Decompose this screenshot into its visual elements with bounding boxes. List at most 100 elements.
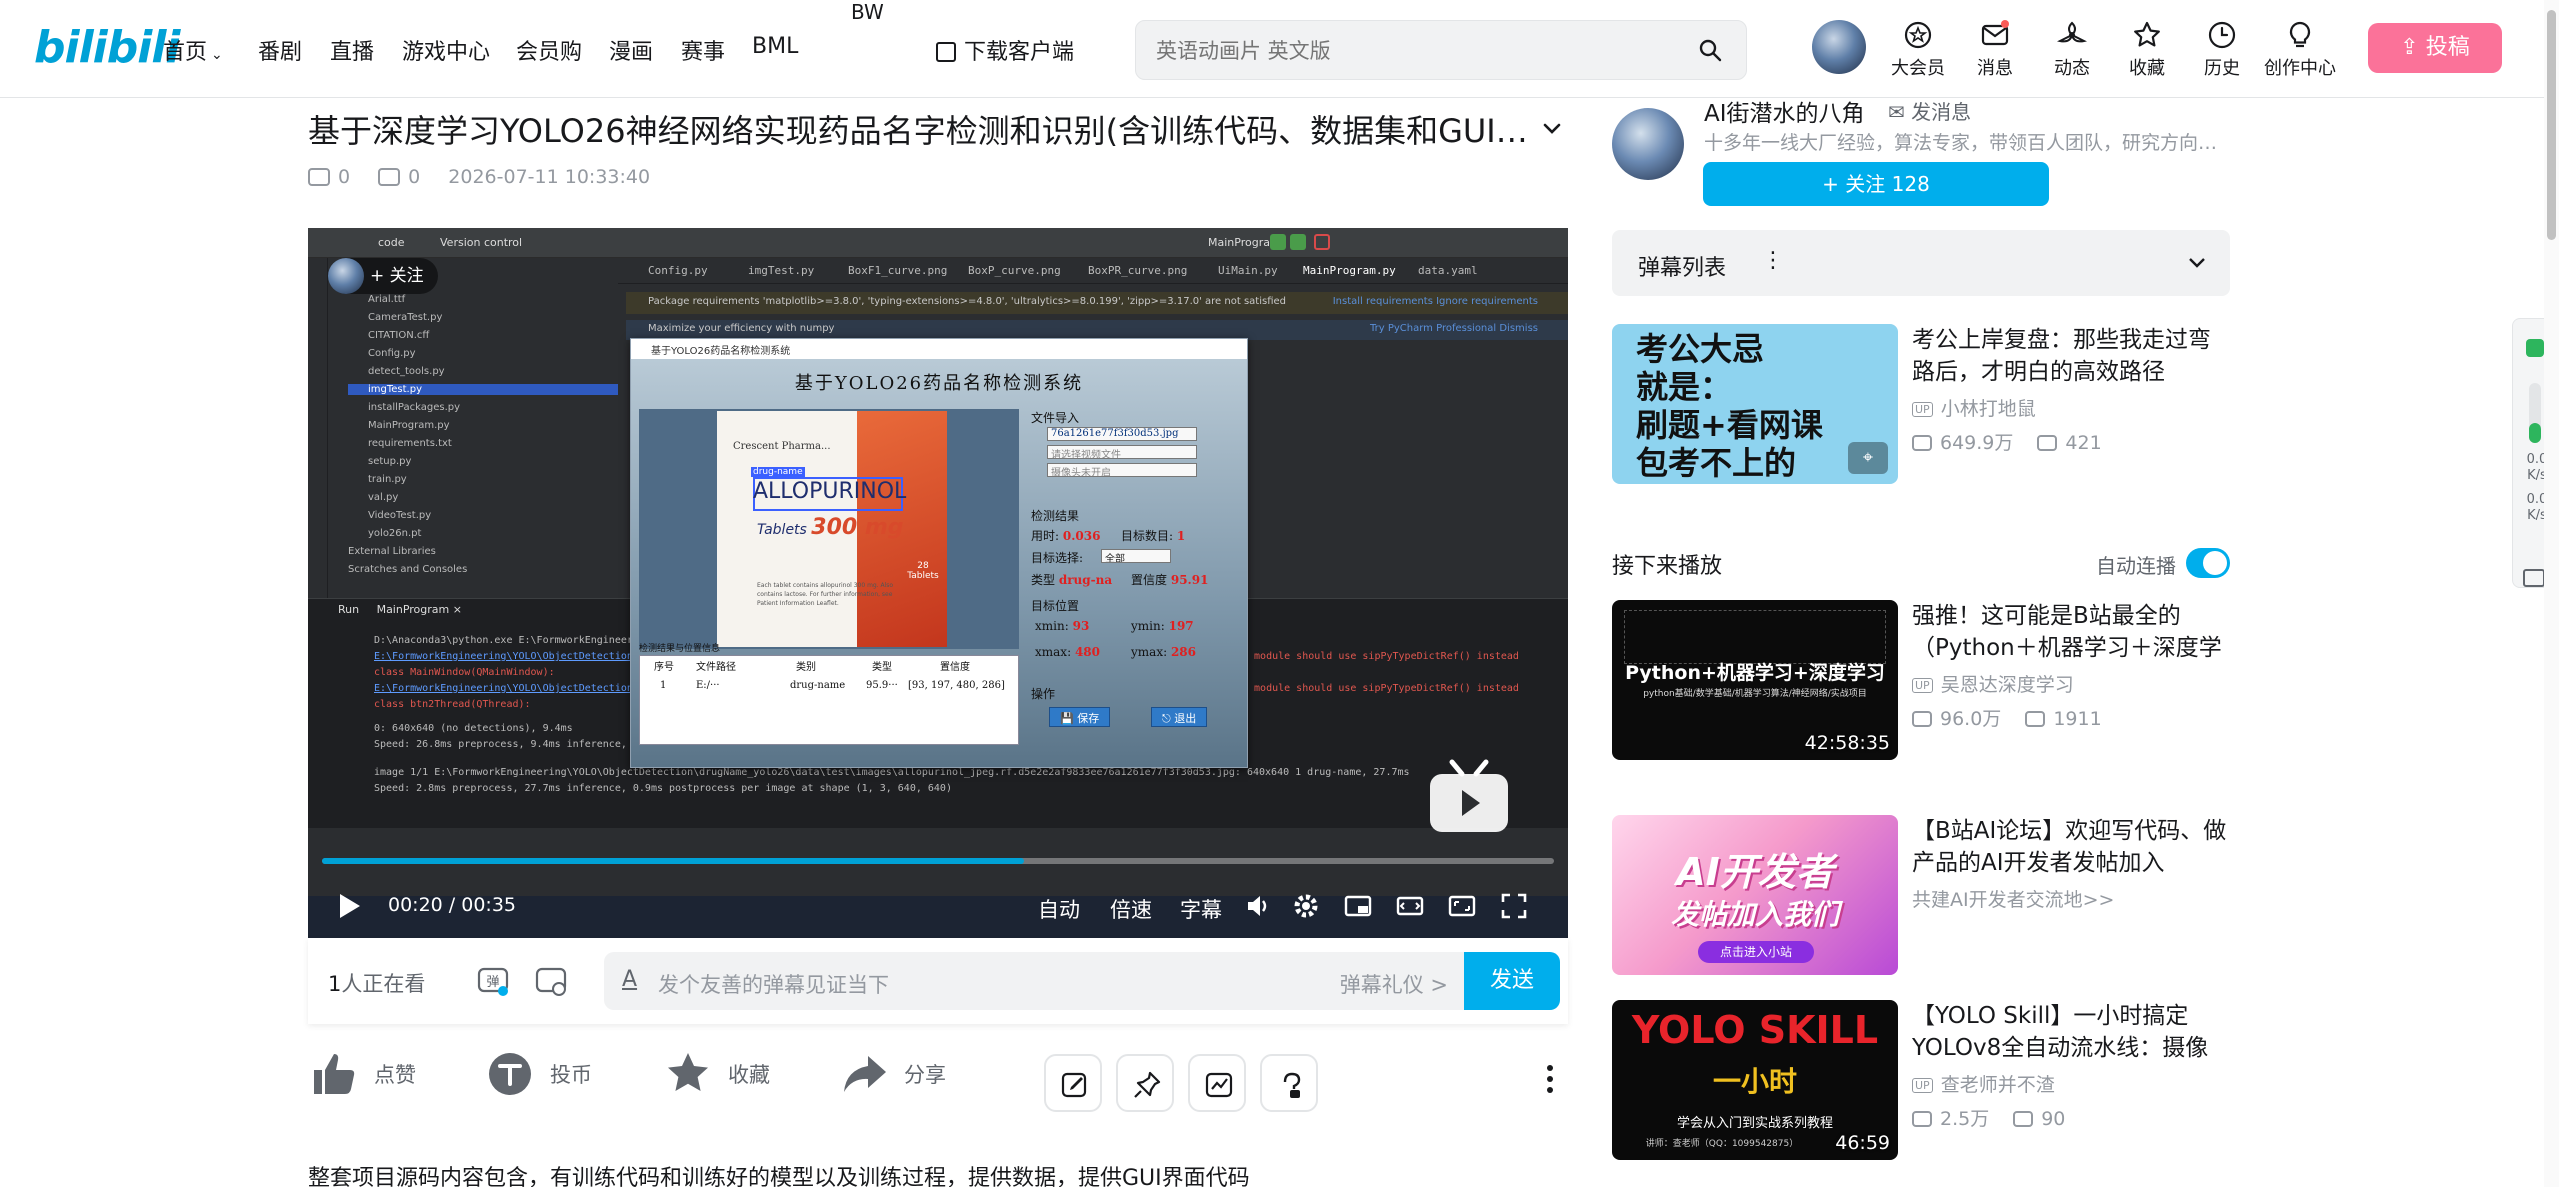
danmaku-list-panel[interactable]: 弹幕列表 ⋮ bbox=[1612, 230, 2230, 296]
tree-item: detect_tools.py bbox=[368, 366, 445, 377]
nav-live[interactable]: 直播 bbox=[330, 34, 374, 66]
ide-tab: UiMain.py bbox=[1218, 264, 1278, 277]
recommendation-card[interactable]: YOLO SKILL 一小时 学会从入门到实战系列教程 讲师：查老师（QQ：10… bbox=[1612, 1000, 2230, 1160]
bulb-icon bbox=[2289, 21, 2311, 48]
video-file-field: 请选择视频文件 bbox=[1047, 445, 1197, 459]
nav-bml[interactable]: BML bbox=[752, 34, 798, 59]
ad-card[interactable]: 考公大忌 就是： 刷题+看网课 包考不上的 ⌖ 考公上岸复盘：那些我走过弯路后，才明白… bbox=[1612, 324, 2230, 484]
volume-icon[interactable] bbox=[1244, 892, 1272, 920]
search-icon[interactable] bbox=[1698, 38, 1722, 62]
danmaku-bar: 1人正在看 弹 A 发个友善的弹幕见证当下 弹幕礼仪 > 发送 bbox=[308, 938, 1568, 1024]
nav-game-center[interactable]: 游戏中心 bbox=[402, 34, 490, 66]
chevron-down-icon[interactable] bbox=[1540, 116, 1564, 140]
widescreen-icon[interactable] bbox=[1396, 892, 1424, 920]
console-line: 0: 640x640 (no detections), 9.4ms bbox=[374, 723, 573, 734]
notification-dot bbox=[2001, 20, 2009, 28]
more-options-icon[interactable] bbox=[1540, 1062, 1560, 1096]
play-count: 0 bbox=[308, 166, 350, 188]
creator-center-button[interactable]: 创作中心 bbox=[2258, 20, 2342, 80]
search-input[interactable] bbox=[1156, 35, 1676, 67]
danmaku-input[interactable]: A 发个友善的弹幕见证当下 弹幕礼仪 > bbox=[604, 952, 1464, 1010]
like-button[interactable]: 点赞 bbox=[310, 1050, 416, 1106]
autoplay-toggle[interactable] bbox=[2186, 548, 2230, 578]
nav-manga[interactable]: 漫画 bbox=[609, 34, 653, 66]
detection-label: drug-name bbox=[751, 467, 805, 477]
player-follow-overlay[interactable]: + 关注 bbox=[328, 258, 438, 294]
uploader-name[interactable]: AI街潜水的八角 bbox=[1704, 94, 1865, 128]
favorite-button[interactable]: 收藏 bbox=[664, 1050, 770, 1106]
card-author[interactable]: UP 查老师并不渣 bbox=[1912, 1070, 2055, 1097]
card-author[interactable]: UP 小林打地鼠 bbox=[1912, 394, 2036, 421]
bilibili-logo[interactable]: bilibili bbox=[34, 22, 180, 73]
note-button[interactable] bbox=[1044, 1054, 1102, 1112]
subtitle-button[interactable]: 字幕 bbox=[1180, 894, 1222, 924]
play-icon[interactable] bbox=[338, 892, 362, 920]
web-fullscreen-icon[interactable] bbox=[1448, 892, 1476, 920]
result-table: 序号 文件路径 类别 类型 置信度 1 E:/··· drug-name 95.… bbox=[639, 655, 1019, 745]
danmaku-count-icon bbox=[378, 168, 401, 186]
upload-button[interactable]: ⇪ 投稿 bbox=[2368, 23, 2502, 73]
ide-tab: data.yaml bbox=[1418, 264, 1478, 277]
favorites-button[interactable]: 收藏 bbox=[2107, 20, 2187, 80]
nav-mall[interactable]: 会员购 bbox=[516, 34, 582, 66]
recommendation-thumbnail[interactable]: Python+机器学习+深度学习 python基础/数学基础/机器学习算法/神经… bbox=[1612, 600, 1898, 760]
forum-ad-thumbnail[interactable]: AI开发者 发帖加入我们 点击进入小站 bbox=[1612, 815, 1898, 975]
coin-button[interactable]: 投币 bbox=[486, 1050, 592, 1106]
follow-button[interactable]: + 关注 128 bbox=[1703, 162, 2049, 206]
console-line: E:\FormworkEngineering\YOLO\ObjectDetect… bbox=[374, 683, 633, 694]
card-title[interactable]: 【YOLO Skill】一小时搞定YOLOv8全自动流水线：摄像头实时检测 bbox=[1912, 1000, 2230, 1064]
settings-icon[interactable] bbox=[1292, 892, 1320, 920]
ad-subtitle[interactable]: 共建AI开发者交流地>> bbox=[1912, 885, 2114, 912]
quality-button[interactable]: 自动 bbox=[1038, 894, 1080, 924]
nav-home[interactable]: 首页 ⌄ bbox=[163, 34, 223, 66]
card-stats: 96.0万 1911 bbox=[1912, 704, 2126, 731]
share-button[interactable]: 分享 bbox=[840, 1050, 946, 1106]
danmaku-send-button[interactable]: 发送 bbox=[1464, 952, 1560, 1010]
card-author[interactable]: UP 吴恩达深度学习 bbox=[1912, 670, 2074, 697]
download-client-link[interactable]: 下载客户端 bbox=[936, 34, 1074, 66]
card-title[interactable]: 【B站AI论坛】欢迎写代码、做产品的AI开发者发帖加入 bbox=[1912, 815, 2230, 879]
recommendation-thumbnail[interactable]: YOLO SKILL 一小时 学会从入门到实战系列教程 讲师：查老师（QQ：10… bbox=[1612, 1000, 1898, 1160]
recommendation-card[interactable]: Python+机器学习+深度学习 python基础/数学基础/机器学习算法/神经… bbox=[1612, 600, 2230, 760]
camera-field: 摄像头未开启 bbox=[1047, 463, 1197, 477]
ad-pin-icon[interactable]: ⌖ bbox=[1848, 442, 1888, 474]
chevron-down-icon[interactable] bbox=[2186, 254, 2208, 272]
tree-item: yolo26n.pt bbox=[368, 528, 422, 539]
dynamic-button[interactable]: 动态 bbox=[2032, 20, 2112, 80]
vip-button[interactable]: 大会员 bbox=[1878, 20, 1958, 80]
report-button[interactable] bbox=[1260, 1054, 1318, 1112]
send-message-link[interactable]: ✉ 发消息 bbox=[1888, 96, 1971, 125]
user-avatar[interactable] bbox=[1812, 20, 1866, 74]
more-options-icon[interactable]: ⋮ bbox=[1762, 248, 1784, 273]
history-button[interactable]: 历史 bbox=[2182, 20, 2262, 80]
card-title[interactable]: 考公上岸复盘：那些我走过弯路后，才明白的高效路径 bbox=[1912, 324, 2230, 388]
nav-esports[interactable]: 赛事 bbox=[681, 34, 725, 66]
danmaku-toggle-icon[interactable]: 弹 bbox=[476, 964, 510, 998]
fullscreen-icon[interactable] bbox=[1500, 892, 1528, 920]
ad-thumbnail[interactable]: 考公大忌 就是： 刷题+看网课 包考不上的 ⌖ bbox=[1612, 324, 1898, 484]
watching-count: 1人正在看 bbox=[328, 972, 426, 996]
nav-bangumi[interactable]: 番剧 bbox=[258, 34, 302, 66]
bilibili-tv-icon[interactable] bbox=[1426, 758, 1512, 836]
text-style-icon[interactable]: A bbox=[622, 967, 637, 992]
messages-button[interactable]: 消息 bbox=[1955, 20, 2035, 80]
bw-tag[interactable]: BW bbox=[851, 0, 884, 24]
dynamic-icon bbox=[2057, 21, 2087, 43]
expand-icon[interactable] bbox=[2523, 569, 2545, 587]
video-player[interactable]: code Version control MainProgram Config.… bbox=[308, 228, 1568, 938]
stats-button[interactable] bbox=[1188, 1054, 1246, 1112]
pin-button[interactable] bbox=[1116, 1054, 1174, 1112]
card-title[interactable]: 强推！这可能是B站最全的（Python＋机器学习＋深度学习） bbox=[1912, 600, 2230, 664]
play-count-icon bbox=[1912, 435, 1932, 451]
play-count-icon bbox=[1912, 711, 1932, 727]
forum-ad-card[interactable]: AI开发者 发帖加入我们 点击进入小站 【B站AI论坛】欢迎写代码、做产品的AI… bbox=[1612, 815, 2230, 975]
danmaku-settings-icon[interactable] bbox=[534, 964, 568, 998]
danmaku-etiquette-link[interactable]: 弹幕礼仪 > bbox=[1340, 969, 1448, 999]
scrollbar-thumb[interactable] bbox=[2547, 10, 2556, 240]
card-stats: 649.9万 421 bbox=[1912, 428, 2126, 455]
pip-icon[interactable] bbox=[1344, 892, 1372, 920]
progress-bar[interactable] bbox=[322, 858, 1554, 864]
speed-button[interactable]: 倍速 bbox=[1110, 894, 1152, 924]
ide-tab: BoxPR_curve.png bbox=[1088, 264, 1188, 277]
uploader-avatar[interactable] bbox=[1612, 108, 1684, 180]
